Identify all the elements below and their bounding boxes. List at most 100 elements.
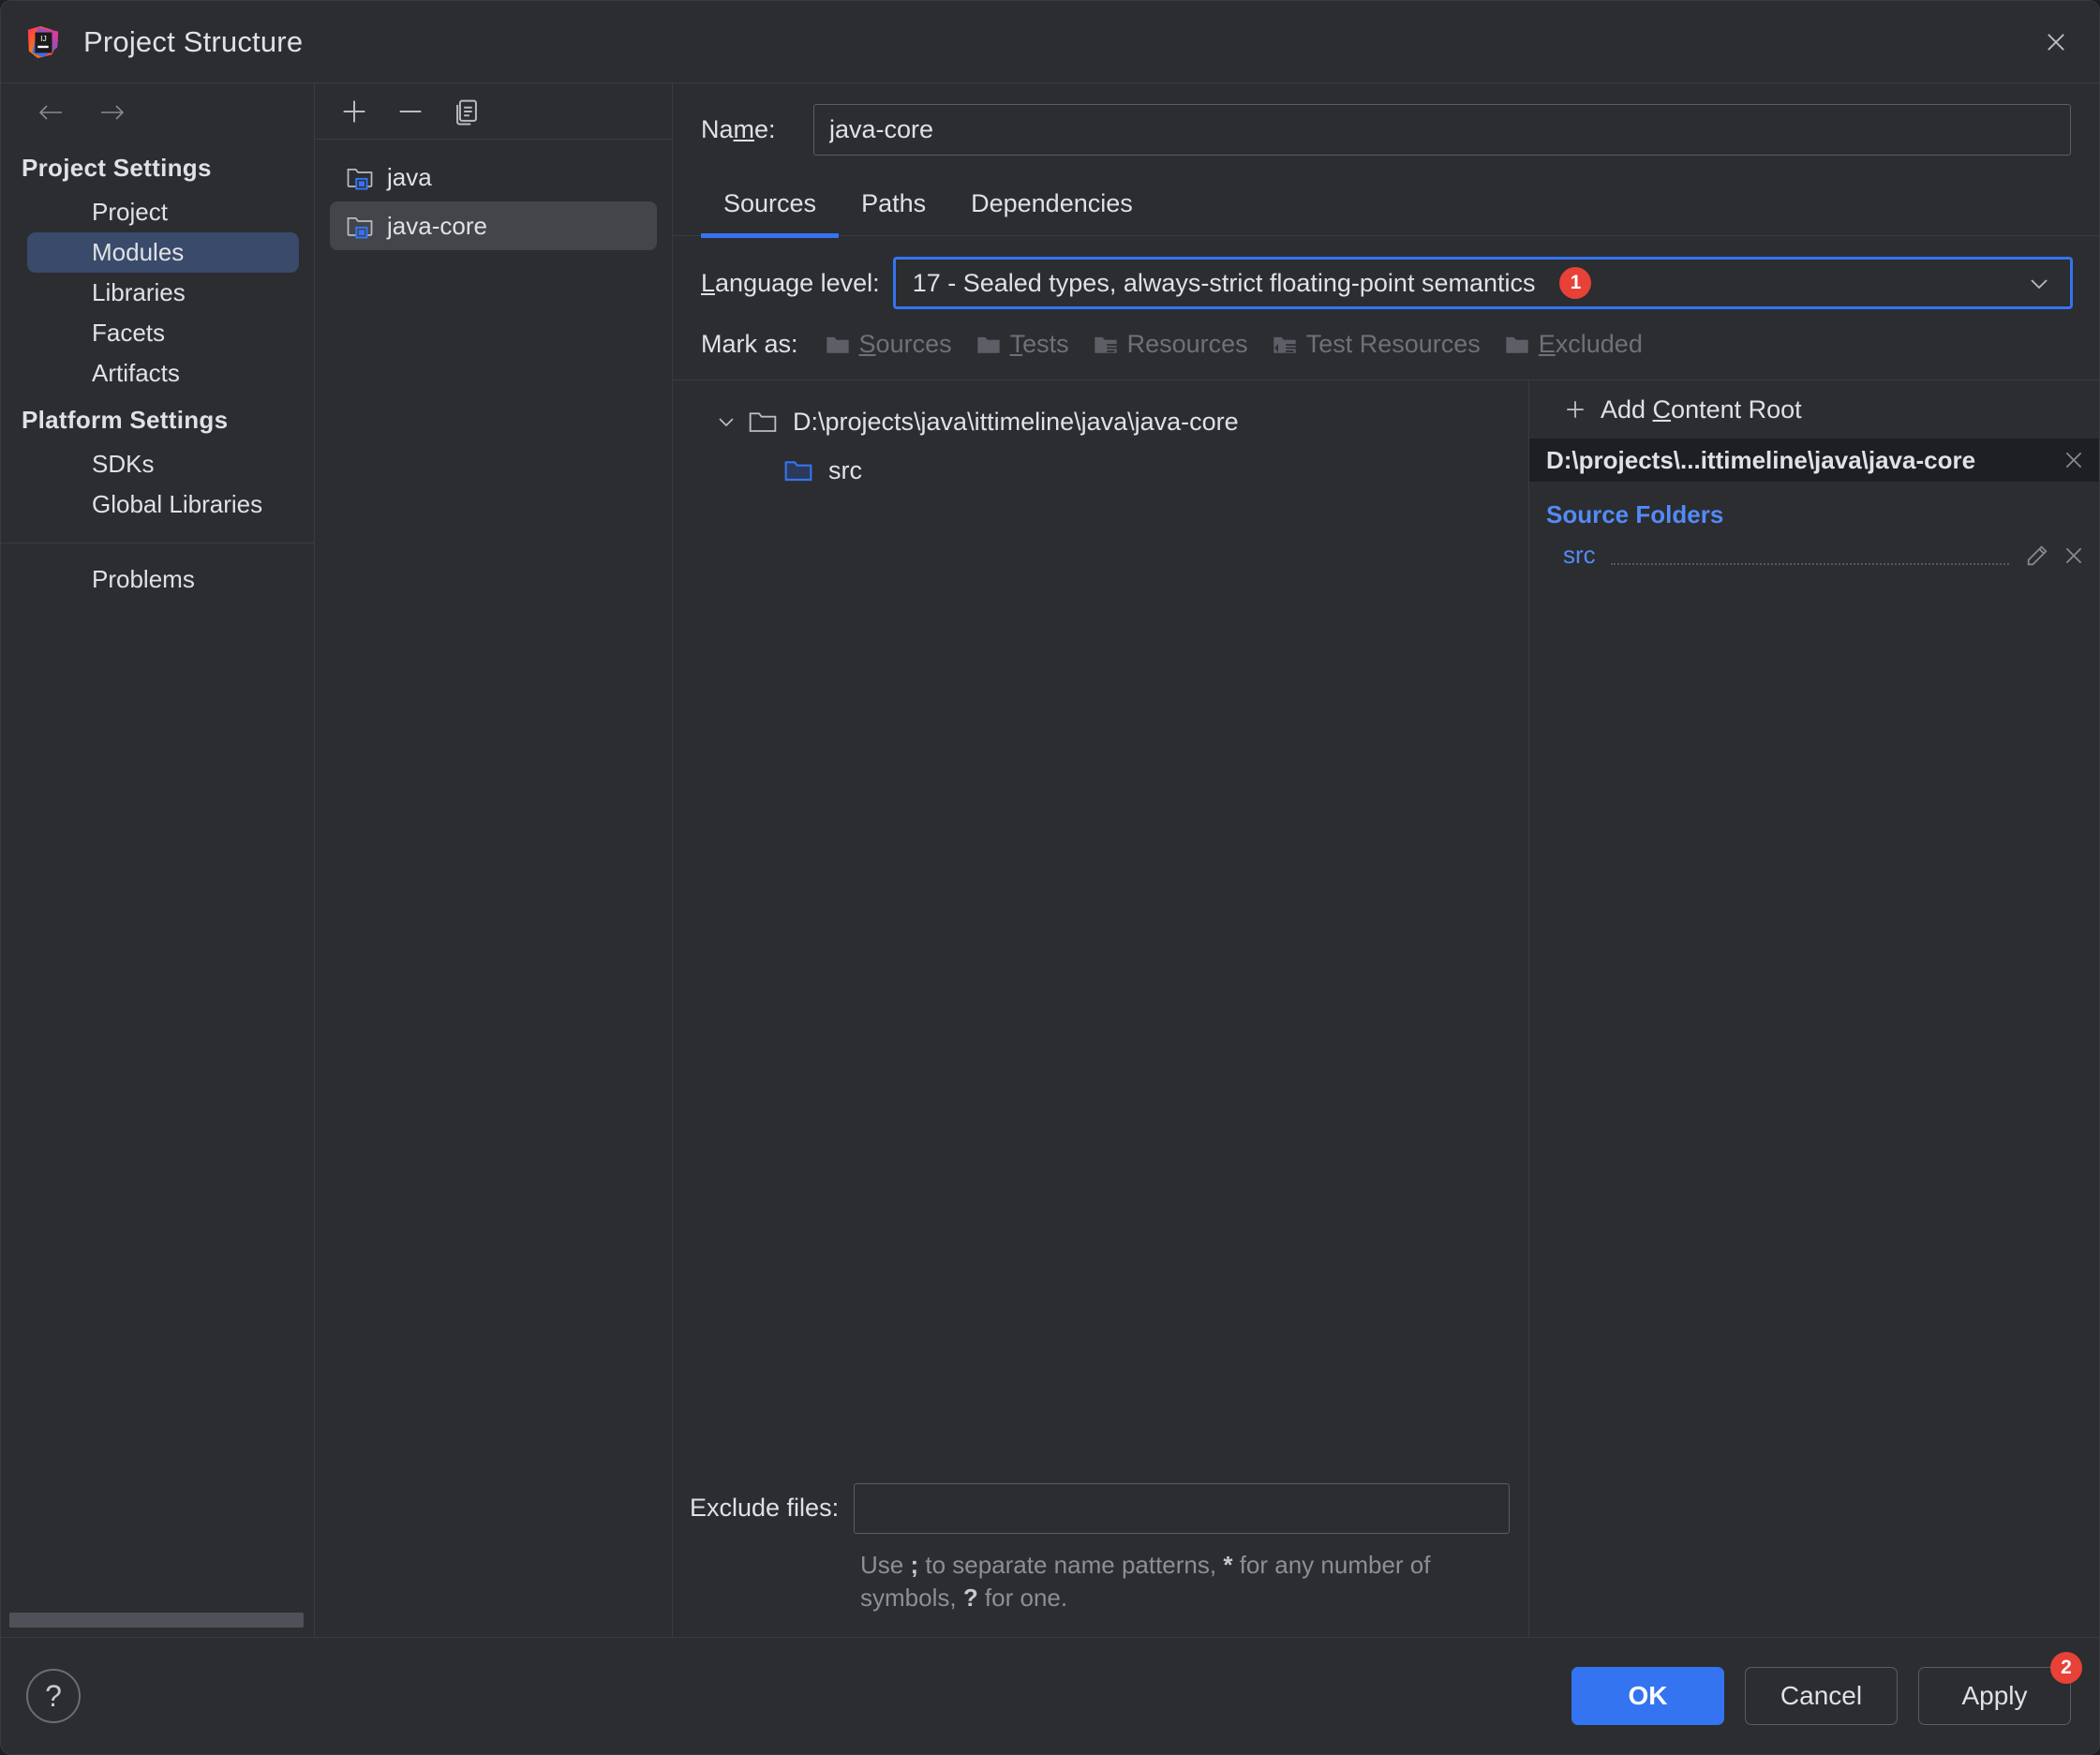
help-button[interactable]: ? (26, 1669, 81, 1723)
module-tabs: Sources Paths Dependencies (673, 156, 2099, 238)
module-folder-icon (347, 169, 373, 190)
chevron-down-icon[interactable] (712, 408, 740, 436)
source-folder-name[interactable]: src (1563, 541, 1596, 570)
add-content-root-label: Add Content Root (1601, 394, 1802, 424)
apply-button[interactable]: Apply (1918, 1667, 2071, 1725)
exclude-files-label: Exclude files: (690, 1494, 840, 1523)
module-item-java-core[interactable]: java-core (330, 201, 657, 250)
edit-source-folder-button[interactable] (2024, 543, 2050, 569)
dotted-leader (1610, 546, 2009, 565)
tab-paths[interactable]: Paths (839, 180, 948, 238)
sidebar-horizontal-scrollbar[interactable] (9, 1613, 304, 1628)
add-content-root-button[interactable]: Add Content Root (1529, 380, 2099, 439)
module-item-label: java (387, 162, 432, 191)
tree-row[interactable]: src (673, 446, 1528, 495)
dialog-title: Project Structure (83, 24, 304, 58)
hint-part: ; (910, 1550, 919, 1579)
title-bar: IJ Project Structure (1, 1, 2099, 83)
sidebar-item-global-libraries[interactable]: Global Libraries (27, 484, 299, 525)
hint-part: * (1223, 1550, 1233, 1579)
sidebar-item-artifacts[interactable]: Artifacts (27, 353, 299, 394)
content-roots-tree-pane: D:\projects\java\ittimeline\java\java-co… (673, 380, 1529, 1637)
folder-test-resources-icon (1273, 336, 1296, 353)
close-window-button[interactable] (2013, 1, 2099, 83)
mark-as-sources[interactable]: Sources (825, 330, 952, 359)
exclude-files-row: Exclude files: (673, 1482, 1528, 1534)
tab-dependencies[interactable]: Dependencies (948, 180, 1155, 238)
folder-resources-icon (1094, 336, 1117, 353)
footer-buttons: OK Cancel Apply 2 (1571, 1652, 2082, 1725)
chevron-down-icon (719, 418, 734, 427)
language-level-dropdown-button[interactable] (2025, 274, 2053, 292)
module-item-label: java-core (387, 211, 487, 240)
mark-as-excluded-label: Excluded (1538, 330, 1643, 358)
sidebar-item-sdks[interactable]: SDKs (27, 444, 299, 484)
apply-badge: 2 (2050, 1652, 2082, 1684)
add-module-button[interactable] (335, 93, 373, 130)
close-icon (2065, 547, 2082, 563)
close-icon (2065, 452, 2082, 468)
arrow-right-icon (101, 105, 125, 120)
mark-as-tests[interactable]: Tests (976, 330, 1069, 359)
project-structure-dialog: IJ Project Structure Project Settings Pr… (0, 0, 2100, 1755)
folder-tests-icon (976, 336, 1000, 353)
content-root-header: D:\projects\...ittimeline\java\java-core (1529, 439, 2099, 482)
source-folder-row: src (1529, 529, 2099, 570)
apply-button-wrapper: Apply 2 (1918, 1652, 2082, 1725)
hint-part: Use (860, 1550, 911, 1579)
language-level-value: 17 - Sealed types, always-strict floatin… (912, 268, 1536, 297)
folder-excluded-icon (1506, 336, 1528, 353)
minus-icon (399, 110, 422, 112)
mark-as-resources-label: Resources (1126, 330, 1248, 358)
mark-as-test-resources[interactable]: Test Resources (1272, 330, 1481, 359)
source-folder-icon (784, 461, 812, 482)
exclude-files-section: Exclude files: Use ; to separate name pa… (673, 1482, 1528, 1637)
dialog-footer: ? OK Cancel Apply 2 (1, 1637, 2099, 1754)
exclude-files-input[interactable] (854, 1482, 1511, 1534)
modules-list: java java-core (315, 140, 672, 1637)
scrollbar-thumb[interactable] (9, 1613, 304, 1628)
hint-part: ? (962, 1583, 978, 1612)
sidebar-item-facets[interactable]: Facets (27, 313, 299, 353)
tree-row[interactable]: D:\projects\java\ittimeline\java\java-co… (673, 397, 1528, 446)
pencil-icon (2027, 544, 2048, 565)
copy-module-button[interactable] (448, 93, 485, 130)
mark-as-test-resources-label: Test Resources (1305, 330, 1481, 358)
sidebar-nav-arrows (1, 83, 314, 141)
remove-source-folder-button[interactable] (2062, 543, 2086, 568)
sidebar-item-project[interactable]: Project (27, 192, 299, 232)
modules-panel: java java-core (315, 83, 673, 1637)
cancel-button[interactable]: Cancel (1745, 1667, 1898, 1725)
mark-as-row: Mark as: Sources Tests Resources Test Re… (673, 309, 2099, 359)
remove-content-root-button[interactable] (2062, 448, 2086, 472)
tab-sources[interactable]: Sources (701, 180, 840, 238)
exclude-files-hint: Use ; to separate name patterns, * for a… (860, 1549, 1497, 1614)
svg-text:IJ: IJ (40, 34, 47, 43)
language-level-combobox[interactable]: 17 - Sealed types, always-strict floatin… (892, 257, 2073, 309)
ok-button[interactable]: OK (1571, 1667, 1724, 1725)
dialog-body: Project Settings Project Modules Librari… (1, 83, 2099, 1637)
sidebar-item-modules[interactable]: Modules (27, 232, 299, 273)
mark-as-excluded[interactable]: Excluded (1504, 330, 1643, 359)
copy-icon (456, 99, 477, 125)
sidebar-item-libraries[interactable]: Libraries (27, 273, 299, 313)
back-button[interactable] (37, 98, 65, 126)
mark-as-tests-label: Tests (1009, 330, 1069, 358)
language-level-label: Language level: (701, 268, 880, 297)
plus-icon (343, 100, 365, 122)
source-folders-title: Source Folders (1546, 500, 1724, 528)
module-editor: Name: Sources Paths Dependencies Languag… (673, 83, 2099, 1637)
sidebar-item-problems[interactable]: Problems (27, 559, 299, 600)
plus-icon (1567, 401, 1584, 418)
module-name-input[interactable] (813, 104, 2071, 156)
tree-row-label: src (828, 455, 862, 484)
mark-as-sources-label: Sources (858, 330, 952, 358)
tree-row-label: D:\projects\java\ittimeline\java\java-co… (793, 407, 1239, 436)
mark-as-resources[interactable]: Resources (1093, 330, 1248, 359)
module-item-java[interactable]: java (330, 153, 657, 201)
modules-toolbar (315, 83, 672, 140)
language-level-row: Language level: 17 - Sealed types, alway… (673, 236, 2099, 309)
sources-panes: D:\projects\java\ittimeline\java\java-co… (673, 379, 2099, 1637)
forward-button[interactable] (98, 98, 127, 126)
remove-module-button[interactable] (392, 93, 429, 130)
